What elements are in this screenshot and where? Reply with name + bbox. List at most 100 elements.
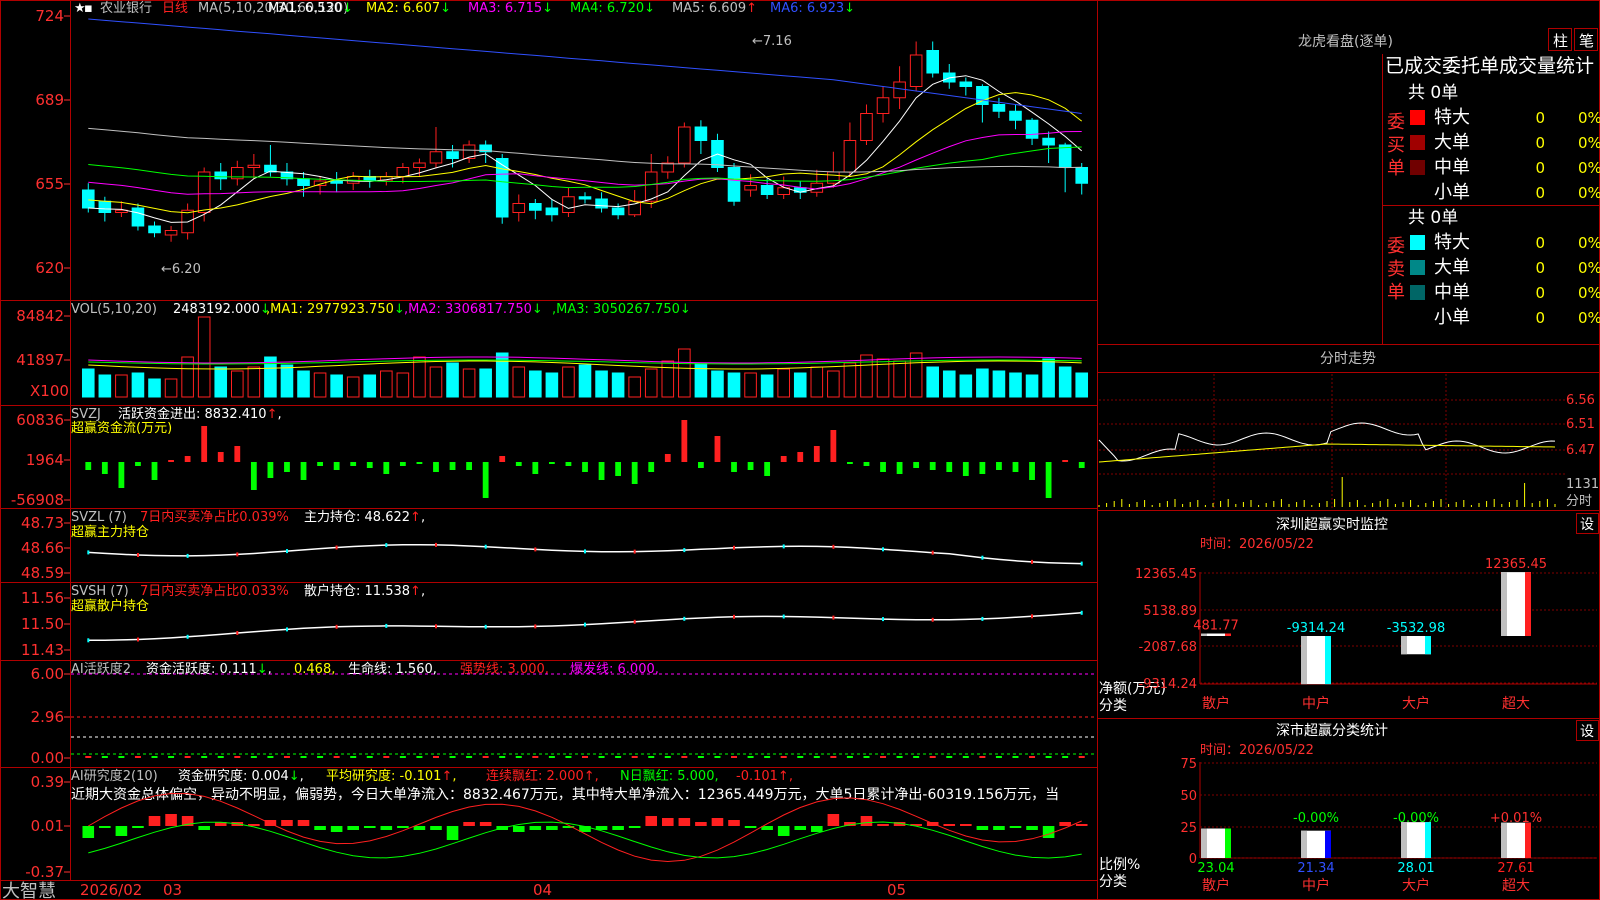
- activity-bar: [896, 756, 903, 758]
- ai-research-f5: -0.101↑,: [736, 769, 793, 784]
- research-bar: [330, 826, 343, 832]
- research-bar: [479, 822, 492, 826]
- candlestick-plot[interactable]: [81, 41, 1089, 242]
- chart-category: 散户: [1202, 877, 1230, 894]
- volume-bar: [611, 372, 625, 398]
- row-pct: 0%: [1578, 284, 1600, 302]
- activity-bar: [1012, 756, 1019, 758]
- research-bar: [877, 824, 889, 826]
- fund-flow-bar: [515, 462, 522, 466]
- intraday-vol-label: 11315: [1566, 477, 1600, 492]
- candle-body: [760, 185, 774, 195]
- volume-bar: [1025, 374, 1039, 398]
- volume-bars[interactable]: [81, 316, 1089, 398]
- net-amount-chart[interactable]: 12365.455138.89-2087.68-9314.24481.77散户-…: [1135, 557, 1597, 712]
- research-bar: [363, 826, 376, 828]
- intraday-avg-line: [1098, 443, 1556, 463]
- volume-bar: [462, 368, 476, 398]
- candle-body: [396, 167, 410, 177]
- candle-body: [611, 207, 625, 216]
- activity-bar: [648, 756, 655, 758]
- research-bar: [281, 820, 293, 826]
- activity-bar: [1062, 756, 1069, 758]
- col-button-label: 柱: [1553, 32, 1568, 50]
- candle-body: [959, 81, 973, 87]
- volume-bar: [247, 366, 261, 398]
- activity-bar: [515, 756, 522, 758]
- research-bar: [628, 826, 641, 828]
- ratio-chart[interactable]: 75 50 25 023.04散户 21.34中户 28.01大户 27.61 超大 -0.00…: [1180, 757, 1597, 894]
- volume-bar: [744, 372, 757, 398]
- vol-axis-tick: 41897: [16, 351, 64, 369]
- activity-bar: [134, 756, 141, 758]
- volume-bar: [926, 366, 940, 398]
- activity-bar: [101, 756, 108, 758]
- ai-research-axis-tick: 0.01: [31, 817, 64, 835]
- activity-bar: [780, 756, 787, 758]
- ai-research-f3: 连续飘红: 2.000↑,: [486, 768, 599, 784]
- main-force-line-tick: [1080, 561, 1083, 566]
- volume-bar: [760, 374, 774, 398]
- chart-tick: 50: [1180, 789, 1197, 804]
- retail-line-tick: [1031, 614, 1033, 619]
- activity-bar: [664, 756, 671, 758]
- date-label: 2026/02: [80, 881, 142, 899]
- tick-button-label: 笔: [1579, 32, 1594, 50]
- activity-bar: [1078, 756, 1085, 758]
- main-force-line-tick: [782, 544, 785, 549]
- intraday-plot[interactable]: [1098, 422, 1556, 507]
- candle-body: [843, 140, 857, 173]
- chart-bar-edge: [1425, 822, 1431, 858]
- activity-bar: [283, 756, 290, 758]
- ai-active-f4: 强势线: 3.000,: [460, 661, 549, 677]
- volume-bar: [413, 356, 426, 398]
- research-bar: [529, 826, 542, 830]
- volume-bar: [992, 370, 1006, 398]
- swatch: [1410, 160, 1425, 175]
- main-force-line-tick: [1031, 559, 1033, 564]
- research-bar: [1059, 822, 1071, 826]
- fund-flow-bar: [565, 462, 572, 466]
- activity-bar: [383, 756, 390, 758]
- candle-body: [562, 196, 575, 213]
- fund-flow-bars[interactable]: [85, 420, 1085, 498]
- retail-line-tick: [733, 614, 735, 619]
- sell-rows: 特大 0 0% 大单 0 0% 中单 0 0% 小单 0 0%: [1410, 232, 1600, 328]
- candle-body: [727, 167, 741, 202]
- main-force-line[interactable]: [87, 542, 1083, 566]
- chart-tick: -9314.24: [1139, 677, 1197, 692]
- research-bar: [960, 824, 972, 826]
- buy-label-char: 买: [1387, 135, 1405, 156]
- fund-flow-bar: [168, 460, 174, 462]
- main-force-line-tick: [981, 555, 984, 560]
- brand-label[interactable]: 大智慧: [2, 881, 56, 900]
- fund-flow-bar: [135, 462, 141, 466]
- fund-flow-bar: [731, 462, 737, 472]
- row-pct: 0%: [1578, 234, 1600, 252]
- sell-total: 共 0单: [1408, 208, 1458, 228]
- research-plot[interactable]: [82, 792, 1088, 863]
- fund-flow-bar: [797, 452, 804, 462]
- chart-change: +0.01%: [1490, 811, 1542, 826]
- candle-body: [744, 185, 757, 191]
- classify-title: 深市超赢分类统计: [1276, 722, 1388, 739]
- volume-bar: [164, 378, 178, 398]
- row-count: 0: [1535, 284, 1545, 302]
- research-bar: [827, 814, 840, 826]
- activity-plot[interactable]: [71, 673, 1097, 758]
- ma-value-1: MA1: 6.530↓: [268, 1, 353, 16]
- main-force-line-tick: [733, 545, 735, 550]
- fund-flow-bar: [118, 462, 125, 488]
- research-bar: [1026, 826, 1038, 830]
- retail-line[interactable]: [87, 610, 1083, 643]
- research-bar: [397, 826, 409, 828]
- svzl-axis-tick: 48.73: [21, 514, 64, 532]
- activity-bar: [962, 756, 969, 758]
- svsh-subtitle: 超赢散户持仓: [71, 598, 149, 614]
- main-force-line-tick: [534, 547, 537, 552]
- classify-settings-label: 设: [1580, 724, 1594, 740]
- fund-flow-bar: [284, 462, 290, 472]
- stock-name[interactable]: 农业银行: [100, 1, 152, 16]
- ai-active-label: AI活跃度2: [71, 661, 131, 677]
- period-label[interactable]: 日线: [162, 1, 188, 16]
